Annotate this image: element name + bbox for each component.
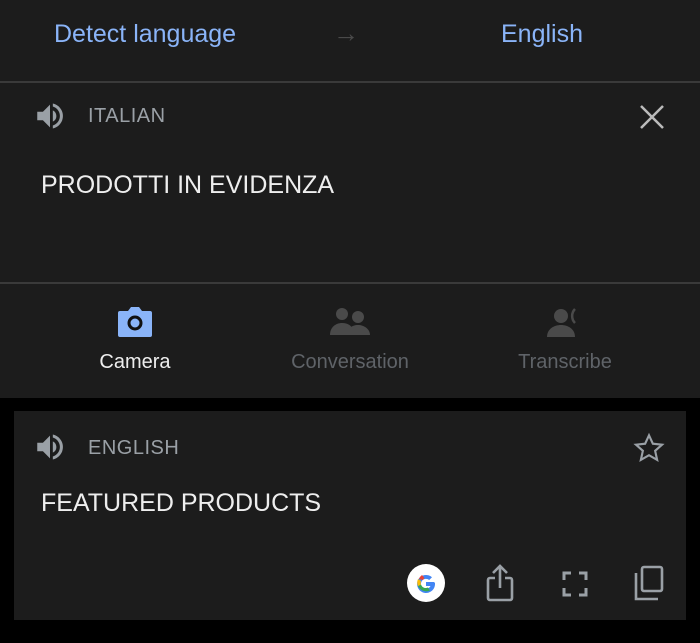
- share-icon[interactable]: [485, 563, 515, 603]
- mode-camera[interactable]: Camera: [35, 305, 235, 374]
- people-icon: [330, 308, 370, 335]
- camera-icon: [118, 307, 152, 337]
- source-language-label: ITALIAN: [88, 105, 166, 127]
- arrow-right-icon[interactable]: →: [333, 18, 359, 49]
- source-language-button[interactable]: Detect language: [54, 20, 236, 49]
- mode-label: Conversation: [291, 351, 409, 373]
- star-icon[interactable]: [632, 432, 666, 464]
- target-language-label: ENGLISH: [88, 437, 180, 459]
- mode-label: Transcribe: [518, 351, 612, 373]
- mode-conversation[interactable]: Conversation: [250, 305, 450, 374]
- mode-transcribe[interactable]: Transcribe: [465, 305, 665, 374]
- speaker-icon[interactable]: [33, 99, 67, 133]
- target-language-button[interactable]: English: [501, 20, 583, 49]
- close-icon[interactable]: [639, 104, 665, 130]
- divider: [0, 282, 700, 284]
- speaker-icon[interactable]: [33, 430, 67, 464]
- source-text[interactable]: PRODOTTI IN EVIDENZA: [41, 171, 334, 200]
- input-panel: Detect language → English ITALIAN PRODOT…: [0, 0, 700, 398]
- fullscreen-icon[interactable]: [562, 571, 588, 597]
- google-icon[interactable]: [406, 563, 446, 603]
- copy-icon[interactable]: [633, 565, 665, 603]
- divider: [0, 81, 700, 83]
- transcribe-icon: [547, 308, 576, 337]
- mode-label: Camera: [99, 351, 171, 373]
- translated-text: FEATURED PRODUCTS: [41, 489, 322, 517]
- translation-card: ENGLISH FEATURED PRODUCTS: [14, 411, 686, 620]
